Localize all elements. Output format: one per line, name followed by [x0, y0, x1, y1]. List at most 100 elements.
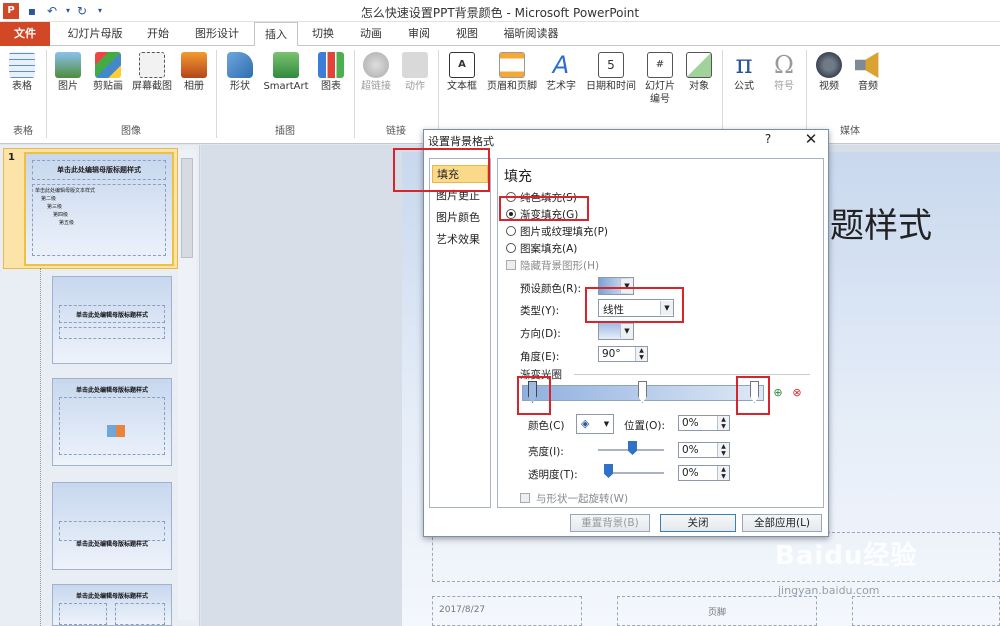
divider: [574, 374, 810, 375]
tab-foxit-reader[interactable]: 福昕阅读器: [496, 22, 566, 46]
header-footer-button[interactable]: 页眉和页脚: [482, 52, 542, 93]
header-footer-icon: [499, 52, 525, 78]
speaker-icon: [855, 52, 879, 78]
dialog-title: 设置背景格式: [428, 135, 494, 148]
brightness-slider-thumb[interactable]: [628, 441, 637, 455]
brightness-label: 亮度(I):: [528, 446, 564, 458]
hide-background-checkbox[interactable]: [506, 260, 516, 270]
hyperlink-button[interactable]: 超链接: [358, 52, 394, 93]
wordart-button[interactable]: A 艺术字: [542, 52, 580, 93]
picture-icon: [55, 52, 81, 78]
pi-icon: π: [735, 50, 753, 80]
thumbnail-chart-icon: [107, 425, 125, 437]
textbox-button[interactable]: A 文本框: [444, 52, 480, 93]
slide-thumbnail-layout[interactable]: 单击此处编辑母版标题样式: [52, 378, 172, 466]
brightness-value: 0%: [682, 444, 699, 456]
thumbnail-body-text: 单击此处编辑母版文本样式: [35, 188, 96, 194]
picture-button[interactable]: 图片: [52, 52, 84, 93]
rotate-with-shape-checkbox[interactable]: [520, 493, 530, 503]
help-button[interactable]: ?: [760, 132, 776, 146]
thumbnail-title: 单击此处编辑母版标题样式: [32, 160, 166, 180]
slide-number-icon: #: [647, 52, 673, 78]
transparency-slider-track[interactable]: [604, 472, 664, 474]
tab-insert[interactable]: 插入: [254, 22, 298, 47]
footer-slide-number-placeholder[interactable]: [852, 596, 1000, 626]
footer-text-placeholder[interactable]: 页脚: [617, 596, 817, 626]
photo-album-icon: [181, 52, 207, 78]
slide-thumbnail-layout[interactable]: 单击此处编辑母版标题样式: [52, 584, 172, 626]
audio-button[interactable]: 音频: [850, 52, 886, 93]
smartart-button[interactable]: SmartArt: [262, 52, 310, 93]
table-button[interactable]: 表格: [6, 52, 38, 93]
thumbnail-body: 单击此处编辑母版文本样式 第二级 第三级 第四级 第五级: [32, 184, 166, 256]
object-icon: [686, 52, 712, 78]
photo-album-button[interactable]: 相册: [178, 52, 210, 93]
scrollbar-thumb[interactable]: [181, 158, 193, 258]
chart-icon: [318, 52, 344, 78]
slide-thumbnail-layout[interactable]: 单击此处编辑母版标题样式: [52, 482, 172, 570]
slide-number-button[interactable]: # 幻灯片 编号: [640, 52, 680, 106]
tab-review[interactable]: 审阅: [398, 22, 440, 46]
tab-transitions[interactable]: 切换: [302, 22, 344, 46]
clipart-icon: [95, 52, 121, 78]
thumbnail-level-4: 第四级: [53, 212, 69, 218]
spinner-icon[interactable]: ▲ ▼: [635, 347, 647, 361]
angle-input[interactable]: 90° ▲ ▼: [598, 346, 648, 362]
transparency-label: 透明度(T):: [528, 469, 578, 481]
brightness-input[interactable]: 0% ▲ ▼: [678, 442, 730, 458]
calendar-icon: 5: [598, 52, 624, 78]
tab-slide-master[interactable]: 幻灯片母版: [56, 22, 134, 46]
symbol-button[interactable]: Ω 符号: [766, 52, 802, 93]
position-input[interactable]: 0% ▲ ▼: [678, 415, 730, 431]
pattern-fill-radio[interactable]: [506, 243, 516, 253]
color-label: 颜色(C): [528, 420, 565, 432]
transparency-input[interactable]: 0% ▲ ▼: [678, 465, 730, 481]
spinner-icon[interactable]: ▲ ▼: [717, 443, 729, 457]
color-picker-button[interactable]: ◈ ▼: [576, 414, 614, 434]
annotation-highlight-gradient-fill: [499, 196, 589, 221]
slide-title-text[interactable]: 题样式: [830, 198, 932, 247]
remove-stop-icon[interactable]: ⊗: [790, 386, 804, 400]
pattern-fill-label: 图案填充(A): [520, 243, 578, 255]
picture-texture-fill-radio[interactable]: [506, 226, 516, 236]
direction-dropdown[interactable]: ▼: [598, 322, 634, 340]
thumbnail-level-5: 第五级: [59, 220, 75, 226]
group-label-images: 图像: [121, 126, 141, 137]
picture-texture-fill-label: 图片或纹理填充(P): [520, 226, 609, 238]
spinner-icon[interactable]: ▲ ▼: [717, 466, 729, 480]
video-button[interactable]: 视频: [812, 52, 846, 93]
clipart-button[interactable]: 剪贴画: [88, 52, 128, 93]
close-icon[interactable]: ✕: [800, 130, 822, 148]
screenshot-button[interactable]: 屏幕截图: [128, 52, 176, 93]
slide-thumbnail-layout[interactable]: 单击此处编辑母版标题样式: [52, 276, 172, 364]
object-button[interactable]: 对象: [682, 52, 716, 93]
transparency-slider-thumb[interactable]: [604, 464, 613, 478]
thumbnail-title: 单击此处编辑母版标题样式: [75, 541, 148, 548]
slide-thumbnail-master[interactable]: 单击此处编辑母版标题样式 单击此处编辑母版文本样式 第二级 第三级 第四级 第五…: [24, 152, 174, 266]
spinner-icon[interactable]: ▲ ▼: [717, 416, 729, 430]
reset-background-button[interactable]: 重置背景(B): [570, 514, 650, 532]
globe-icon: [363, 52, 389, 78]
shapes-button[interactable]: 形状: [222, 52, 258, 93]
close-button[interactable]: 关闭: [660, 514, 736, 532]
omega-icon: Ω: [774, 51, 794, 79]
footer-date-placeholder[interactable]: 2017/8/27: [432, 596, 582, 626]
add-stop-icon[interactable]: ⊕: [771, 386, 785, 400]
category-picture-color[interactable]: 图片颜色: [432, 209, 488, 227]
chart-button[interactable]: 图表: [314, 52, 348, 93]
tab-home[interactable]: 开始: [138, 22, 178, 46]
date-time-button[interactable]: 5 日期和时间: [582, 52, 640, 93]
watermark-url: jingyan.baidu.com: [778, 584, 880, 597]
paint-bucket-icon: ◈: [581, 417, 590, 430]
equation-button[interactable]: π 公式: [726, 52, 762, 93]
apply-to-all-button[interactable]: 全部应用(L): [742, 514, 822, 532]
tab-animations[interactable]: 动画: [350, 22, 392, 46]
category-artistic-effects[interactable]: 艺术效果: [432, 231, 488, 249]
tab-shape-design[interactable]: 图形设计: [184, 22, 250, 46]
action-button[interactable]: 动作: [398, 52, 432, 93]
slides-scrollbar[interactable]: [178, 150, 196, 620]
chevron-down-icon: ▼: [620, 324, 633, 338]
tab-view[interactable]: 视图: [446, 22, 488, 46]
thumbnail-title: 单击此处编辑母版标题样式: [75, 593, 148, 600]
tab-file[interactable]: 文件: [0, 22, 50, 46]
